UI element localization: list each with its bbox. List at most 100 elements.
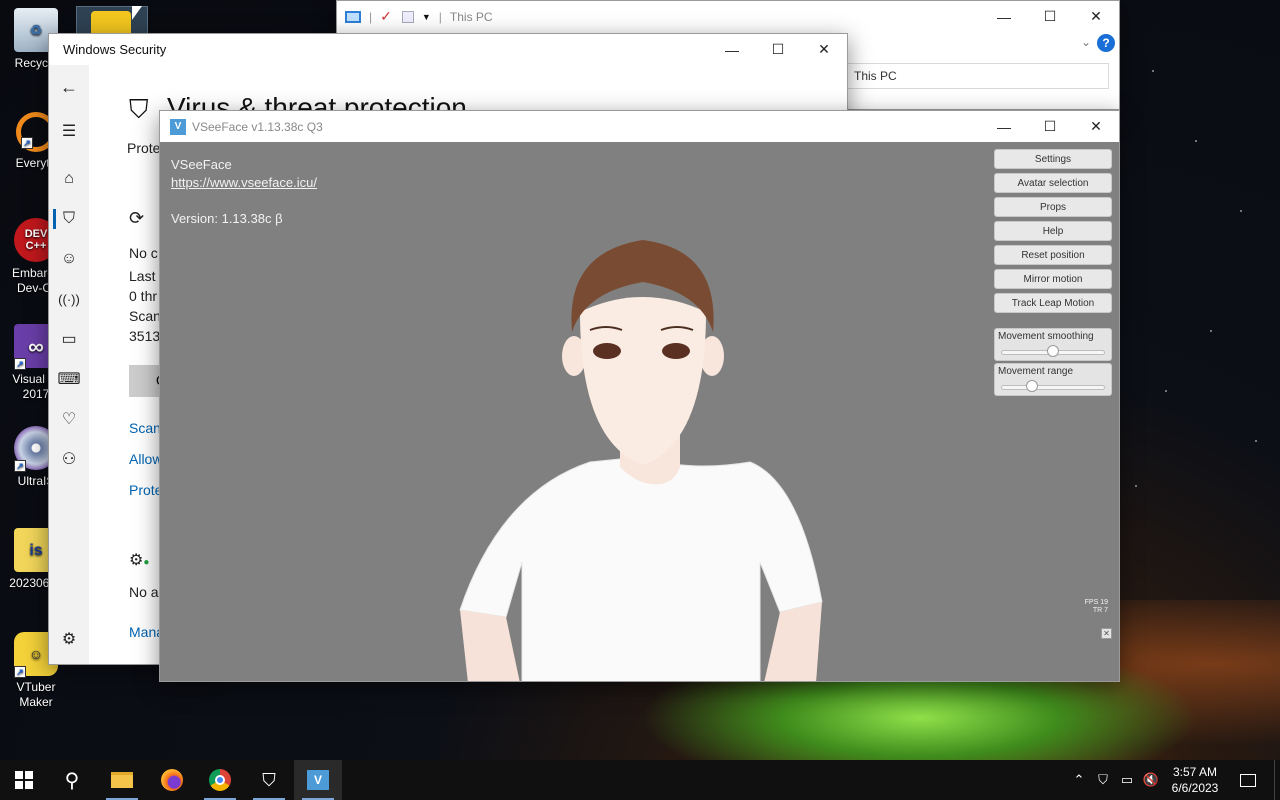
shield-icon: ⛉ [262,769,276,790]
winsec-sidebar: ← ☰ ⌂ ⛉ ☺ ((·)) ▭ ⌨ ♡ ⚇ ⚙ [49,65,89,664]
status-line: 3513 [129,328,161,344]
explorer-title: This PC [449,9,493,24]
explorer-titlebar: | ✓ ▼ | This PC — ☐ ✕ [337,1,1119,32]
properties-icon[interactable]: ✓ [380,8,392,25]
start-button[interactable] [0,760,48,800]
close-button[interactable]: ✕ [1073,1,1119,32]
taskbar-chrome[interactable] [196,760,244,800]
winsec-title: Windows Security [63,42,167,57]
vseeface-titlebar: V VSeeFace v1.13.38c Q3 — ☐ ✕ [160,111,1119,142]
firewall-network-icon[interactable]: ((·)) [49,281,89,317]
mouse-cursor-icon [132,6,142,20]
vseeface-app-icon: V [307,770,329,790]
status-line: Scan [129,308,161,324]
maximize-button[interactable]: ☐ [1027,111,1073,142]
settings-gear-icon[interactable]: ⚙ [49,621,89,657]
allowed-threats-link[interactable]: Allow [129,451,162,467]
address-bar[interactable]: This PC [845,63,1109,89]
shortcut-arrow-icon: ↗ [14,358,26,370]
clock-time: 3:57 AM [1172,765,1218,779]
close-button[interactable]: ✕ [801,34,847,65]
winsec-titlebar: Windows Security — ☐ ✕ [49,34,847,65]
device-security-icon[interactable]: ⌨ [49,361,89,397]
help-button[interactable]: Help [994,221,1112,241]
maximize-button[interactable]: ☐ [755,34,801,65]
shortcut-arrow-icon: ↗ [14,666,26,678]
avatar-arm-left [460,610,520,681]
shortcut-arrow-icon: ↗ [14,460,26,472]
track-leap-motion-button[interactable]: Track Leap Motion [994,293,1112,313]
network-icon[interactable]: ▭ [1116,760,1138,800]
menu-hamburger-icon[interactable]: ☰ [49,113,89,149]
fps-line: FPS 19 [1084,599,1108,606]
taskbar: ⚲ ⛉ V ⌃ ⛉ ▭ 🔇 3:57 AM 6/6/2023 [0,760,1280,800]
desktop-icon-label: VTuber Maker [16,680,56,709]
movement-smoothing-panel: Movement smoothing [994,328,1112,361]
reset-position-button[interactable]: Reset position [994,245,1112,265]
action-center-button[interactable] [1234,760,1262,800]
movement-range-label: Movement range [998,366,1074,377]
settings-button[interactable]: Settings [994,149,1112,169]
status-line: 0 thr [129,288,158,304]
avatar-eye-left [593,343,621,359]
new-folder-icon[interactable] [401,10,414,23]
movement-range-slider[interactable] [1026,380,1039,392]
close-button[interactable]: ✕ [1073,111,1119,142]
protection-history-link[interactable]: Prote [129,482,162,498]
help-button[interactable]: ? [1097,34,1115,52]
back-button[interactable]: ← [49,69,89,105]
vseeface-window: V VSeeFace v1.13.38c Q3 — ☐ ✕ VSeeFace h… [159,110,1120,682]
status-line: No c [129,245,158,261]
search-button[interactable]: ⚲ [48,760,96,800]
hide-ui-toggle-icon[interactable]: ✕ [1101,628,1112,639]
show-desktop-button[interactable] [1274,760,1280,800]
taskbar-windows-security[interactable]: ⛉ [245,760,293,800]
minimize-button[interactable]: — [981,1,1027,32]
shield-outline-icon: ⛉ [129,94,149,124]
device-health-icon[interactable]: ♡ [49,401,89,437]
minimize-button[interactable]: — [709,34,755,65]
ribbon-expand-icon[interactable]: ⌄ [1081,35,1091,49]
volume-muted-icon[interactable]: 🔇 [1140,760,1162,800]
avatar-viewport[interactable] [160,142,1120,682]
app-browser-icon[interactable]: ▭ [49,321,89,357]
movement-smoothing-label: Movement smoothing [998,331,1094,342]
vseeface-website-link[interactable]: https://www.vseeface.icu/ [171,175,317,190]
maximize-button[interactable]: ☐ [1027,1,1073,32]
notification-icon [1240,773,1256,787]
address-text: This PC [854,69,897,83]
threat-history-icon: ⟳ [129,208,145,228]
home-icon[interactable]: ⌂ [49,161,89,197]
windows-logo-icon [15,771,33,789]
movement-range-panel: Movement range [994,363,1112,396]
family-options-icon[interactable]: ⚇ [49,441,89,477]
settings-status-text: No a [129,584,159,600]
movement-smoothing-slider[interactable] [1047,345,1059,357]
avatar-selection-button[interactable]: Avatar selection [994,173,1112,193]
props-button[interactable]: Props [994,197,1112,217]
shield-icon[interactable]: ⛉ [49,201,89,237]
taskbar-file-explorer[interactable] [98,760,146,800]
mirror-motion-button[interactable]: Mirror motion [994,269,1112,289]
section-subheading: Prote [127,140,161,156]
quick-access-dropdown-icon[interactable]: ▼ [422,12,431,22]
fps-readout: FPS 19 TR 7 [1082,599,1108,615]
taskbar-firefox[interactable] [148,760,196,800]
avatar-shirt [459,456,823,681]
avatar-arm-right [764,602,822,681]
scan-options-link[interactable]: Scan [129,420,161,436]
windows-security-tray-icon[interactable]: ⛉ [1092,760,1114,800]
system-clock[interactable]: 3:57 AM 6/6/2023 [1164,764,1226,796]
minimize-button[interactable]: — [981,111,1027,142]
firefox-icon [161,769,183,791]
vseeface-version: Version: 1.13.38c β [171,211,283,226]
taskbar-vseeface[interactable]: V [294,760,342,800]
show-hidden-icons-button[interactable]: ⌃ [1068,760,1090,800]
account-icon[interactable]: ☺ [49,241,89,277]
movement-range-track[interactable] [1001,385,1105,390]
avatar-eye-right [662,343,690,359]
shortcut-arrow-icon: ↗ [21,137,33,149]
search-icon: ⚲ [64,769,80,792]
avatar-face [580,297,706,465]
avatar-model [459,240,823,681]
